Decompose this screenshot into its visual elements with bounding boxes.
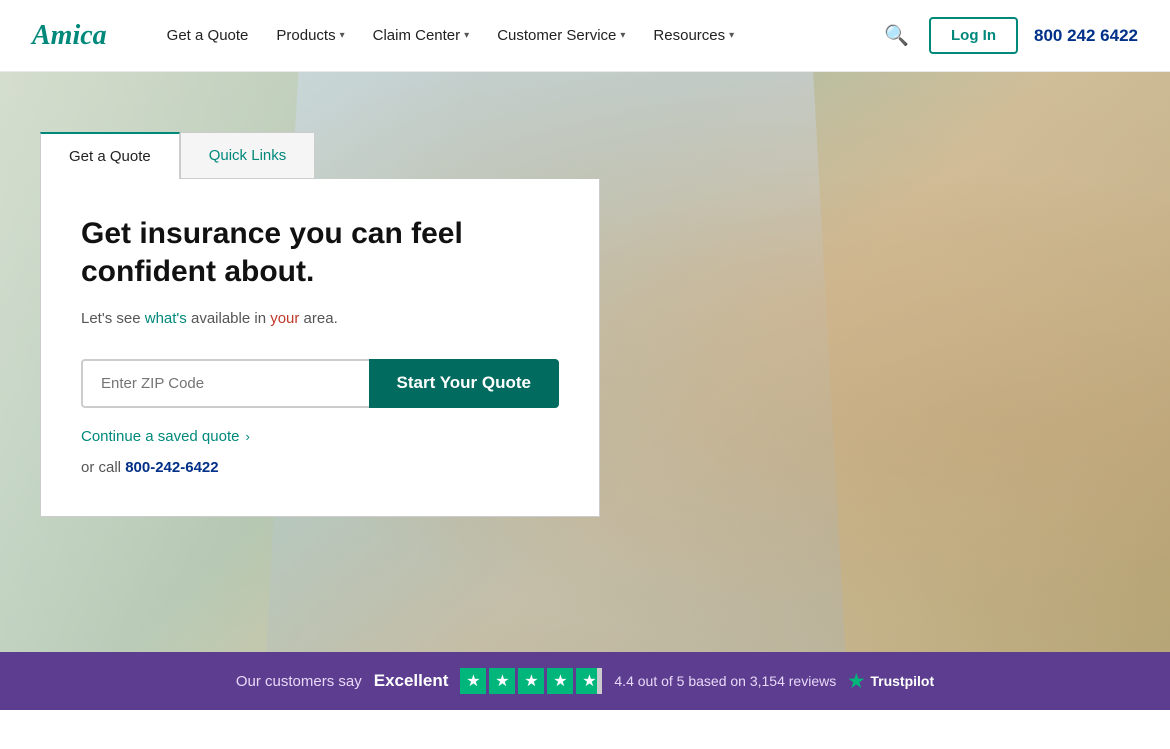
hero-section: Get a Quote Quick Links Get insurance yo…: [0, 72, 1170, 652]
call-phone-link[interactable]: 800-242-6422: [125, 459, 218, 476]
start-quote-button[interactable]: Start Your Quote: [369, 359, 559, 408]
logo[interactable]: Amica: [32, 20, 107, 52]
search-button[interactable]: 🔍: [880, 19, 913, 52]
header: Amica Get a Quote Products ▾ Claim Cente…: [0, 0, 1170, 72]
chevron-down-icon: ▾: [729, 30, 734, 41]
card-body: Get insurance you can feel confident abo…: [40, 179, 600, 517]
trustpilot-star-icon: ★: [848, 671, 864, 692]
star-5: ★: [576, 668, 602, 694]
trust-rating-value: 4.4 out of 5 based on 3,154 reviews: [614, 673, 836, 689]
search-icon: 🔍: [884, 25, 909, 47]
chevron-down-icon: ▾: [340, 30, 345, 41]
trust-stars: ★ ★ ★ ★ ★: [460, 668, 602, 694]
call-text: or call 800-242-6422: [81, 459, 559, 476]
chevron-down-icon: ▾: [464, 30, 469, 41]
star-2: ★: [489, 668, 515, 694]
nav-get-a-quote[interactable]: Get a Quote: [155, 19, 261, 52]
chevron-down-icon: ▾: [620, 30, 625, 41]
zip-input[interactable]: [81, 359, 369, 408]
trustpilot-logo[interactable]: ★ Trustpilot: [848, 671, 934, 692]
header-phone[interactable]: 800 242 6422: [1034, 26, 1138, 46]
nav-customer-service[interactable]: Customer Service ▾: [485, 19, 637, 52]
card-headline: Get insurance you can feel confident abo…: [81, 215, 559, 290]
tab-get-a-quote[interactable]: Get a Quote: [40, 132, 180, 179]
quote-card: Get a Quote Quick Links Get insurance yo…: [40, 132, 600, 517]
quote-form: Start Your Quote: [81, 359, 559, 408]
trust-rating-label: Excellent: [374, 671, 449, 691]
saved-quote-link[interactable]: Continue a saved quote ›: [81, 428, 559, 445]
card-subtext: Let's see what's available in your area.: [81, 308, 559, 331]
nav-products[interactable]: Products ▾: [264, 19, 356, 52]
nav-resources[interactable]: Resources ▾: [641, 19, 746, 52]
tab-quick-links[interactable]: Quick Links: [180, 132, 316, 179]
card-tabs: Get a Quote Quick Links: [40, 132, 600, 179]
header-actions: 🔍 Log In 800 242 6422: [880, 17, 1138, 54]
star-1: ★: [460, 668, 486, 694]
arrow-right-icon: ›: [245, 429, 249, 444]
login-button[interactable]: Log In: [929, 17, 1018, 54]
trust-prefix: Our customers say: [236, 673, 362, 690]
nav-claim-center[interactable]: Claim Center ▾: [361, 19, 482, 52]
star-4: ★: [547, 668, 573, 694]
star-3: ★: [518, 668, 544, 694]
trust-bar: Our customers say Excellent ★ ★ ★ ★ ★ 4.…: [0, 652, 1170, 710]
main-nav: Get a Quote Products ▾ Claim Center ▾ Cu…: [155, 19, 880, 52]
